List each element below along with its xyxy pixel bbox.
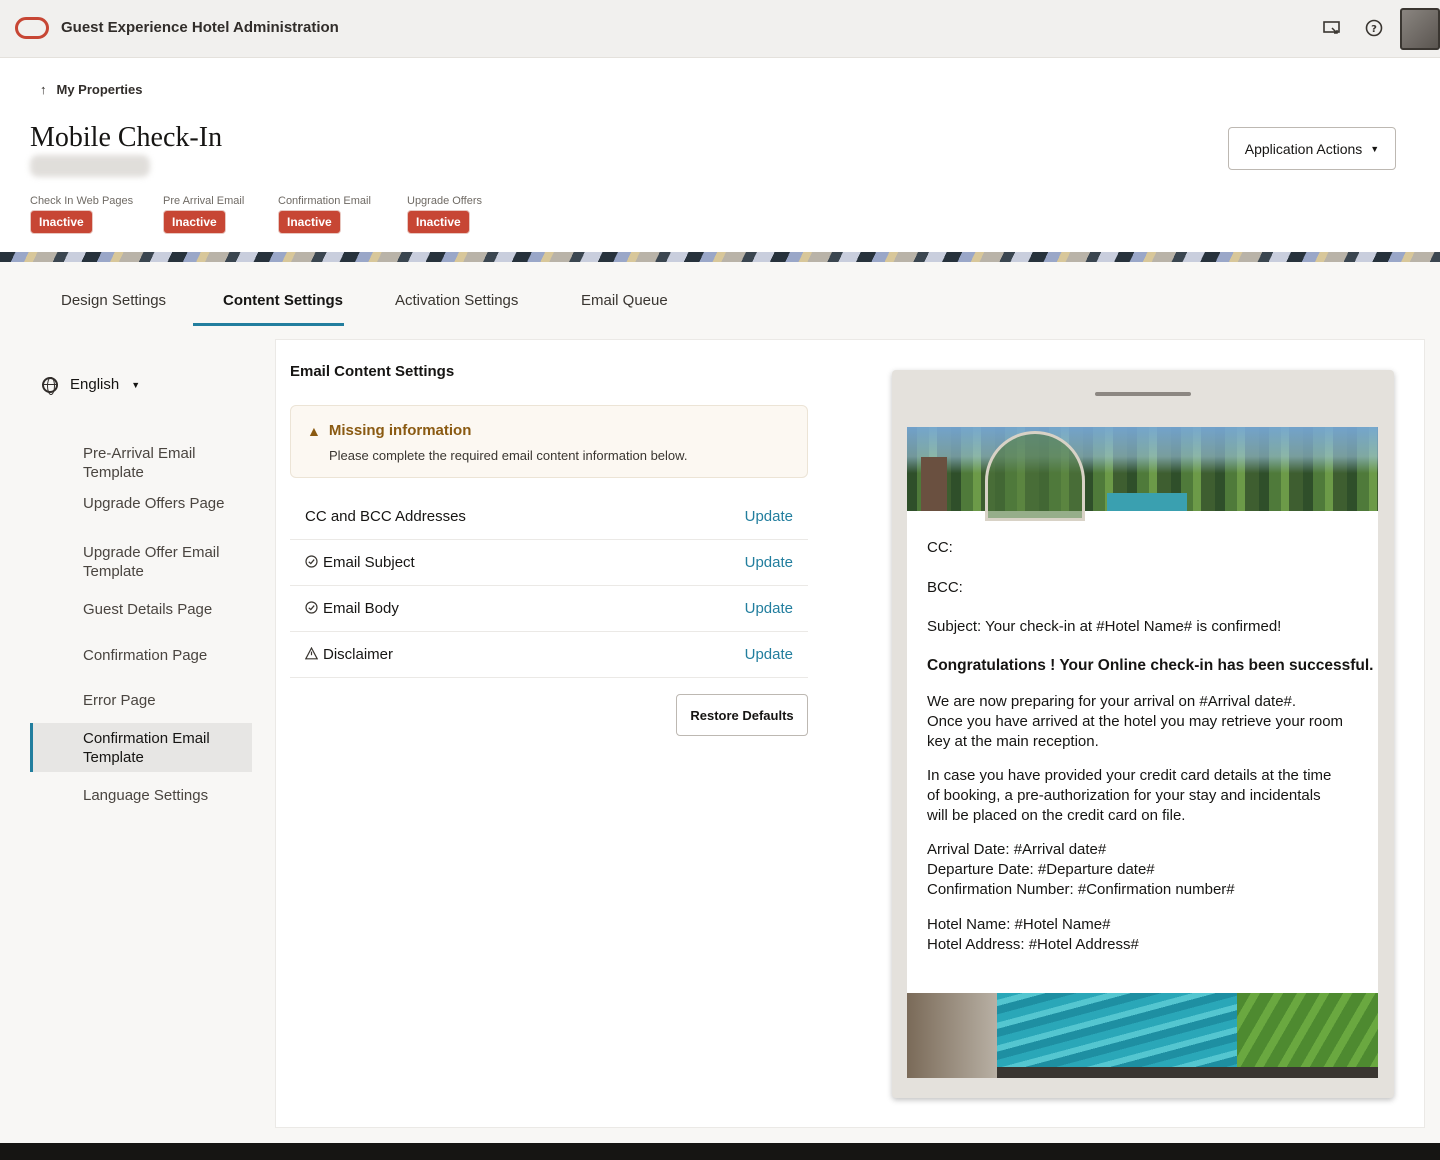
preview-cc: CC:	[927, 539, 953, 556]
preview-hotel-details: Hotel Name: #Hotel Name# Hotel Address: …	[927, 915, 1367, 955]
warning-icon	[304, 646, 319, 663]
settings-row-disclaimer: Disclaimer Update	[290, 632, 808, 678]
update-email-body-link[interactable]: Update	[745, 600, 793, 617]
caret-down-icon: ▼	[1370, 143, 1380, 154]
update-cc-bcc-link[interactable]: Update	[745, 508, 793, 525]
preview-reservation-details: Arrival Date: #Arrival date# Departure D…	[927, 840, 1367, 900]
sidebar-item-upgrade-offers-page[interactable]: Upgrade Offers Page	[83, 494, 243, 513]
row-label: CC and BCC Addresses	[305, 508, 466, 525]
settings-row-email-body: Email Body Update	[290, 586, 808, 632]
tab-activation-settings[interactable]: Activation Settings	[395, 292, 518, 323]
email-preview-device: CC: BCC: Subject: Your check-in at #Hote…	[892, 370, 1394, 1098]
row-label-text: Email Body	[323, 600, 399, 617]
alert-title-text: Missing information	[328, 422, 472, 439]
app-title: Guest Experience Hotel Administration	[61, 19, 339, 36]
user-avatar[interactable]	[1400, 8, 1440, 50]
preview-arrival-date: Arrival Date: #Arrival date#	[927, 841, 1107, 858]
tab-email-queue[interactable]: Email Queue	[581, 292, 668, 323]
preview-paragraph-2: In case you have provided your credit ca…	[927, 766, 1367, 826]
application-actions-button[interactable]: Application Actions ▼	[1228, 127, 1396, 170]
status-label: Confirmation Email	[278, 195, 371, 207]
hotel-garden-image	[907, 427, 1378, 521]
row-label-text: Email Subject	[323, 554, 415, 571]
oracle-logo-icon	[15, 17, 49, 39]
tab-bar: Design Settings Content Settings Activat…	[0, 262, 1440, 326]
warning-icon: ▲	[307, 422, 321, 439]
back-link-label: My Properties	[56, 82, 143, 97]
preview-headline: Congratulations ! Your Online check-in h…	[927, 657, 1374, 674]
status-badge: Inactive	[163, 210, 226, 234]
device-speaker-slot	[1095, 392, 1191, 396]
row-label-text: CC and BCC Addresses	[305, 508, 466, 525]
row-label: Disclaimer	[304, 646, 394, 663]
preview-text-line: In case you have provided your credit ca…	[927, 767, 1332, 784]
preview-bcc: BCC:	[927, 579, 963, 596]
blurred-property-name	[30, 155, 150, 177]
status-label: Pre Arrival Email	[163, 195, 245, 207]
row-label: Email Subject	[305, 554, 415, 571]
svg-text:?: ?	[1371, 24, 1377, 35]
update-disclaimer-link[interactable]: Update	[745, 646, 793, 663]
status-badge: Inactive	[407, 210, 470, 234]
arrow-up-icon: ↑	[40, 82, 47, 97]
language-label: English	[70, 376, 120, 393]
settings-row-cc-bcc: CC and BCC Addresses Update	[290, 494, 808, 540]
preview-text-line: will be placed on the credit card on fil…	[927, 807, 1186, 824]
section-title: Email Content Settings	[290, 363, 455, 380]
sidebar-item-confirmation-page[interactable]: Confirmation Page	[83, 646, 243, 665]
preview-text-line: key at the main reception.	[927, 733, 1099, 750]
row-label: Email Body	[305, 600, 399, 617]
sidebar-item-pre-arrival-email-template[interactable]: Pre-Arrival Email Template	[83, 444, 243, 482]
preview-subject: Subject: Your check-in at #Hotel Name# i…	[927, 618, 1282, 635]
status-badge: Inactive	[30, 210, 93, 234]
restore-defaults-button[interactable]: Restore Defaults	[676, 694, 808, 736]
preview-text-line: We are now preparing for your arrival on…	[927, 693, 1297, 710]
hotel-pool-image	[907, 993, 1378, 1078]
sidebar-item-guest-details-page[interactable]: Guest Details Page	[83, 600, 243, 619]
preview-paragraph-1: We are now preparing for your arrival on…	[927, 692, 1367, 752]
status-pre-arrival-email: Pre Arrival Email Inactive	[163, 195, 244, 234]
update-email-subject-link[interactable]: Update	[745, 554, 793, 571]
row-label-text: Disclaimer	[323, 646, 394, 663]
status-confirmation-email: Confirmation Email Inactive	[278, 195, 371, 234]
settings-row-email-subject: Email Subject Update	[290, 540, 808, 586]
tab-content-settings[interactable]: Content Settings	[193, 292, 344, 326]
email-preview: CC: BCC: Subject: Your check-in at #Hote…	[907, 427, 1378, 1078]
bottom-bar	[0, 1143, 1440, 1160]
preview-text-line: of booking, a pre-authorization for your…	[927, 787, 1321, 804]
globe-icon	[42, 376, 58, 395]
alert-text: Please complete the required email conte…	[329, 448, 688, 463]
preview-hotel-name: Hotel Name: #Hotel Name#	[927, 916, 1111, 933]
status-check-in-web-pages: Check In Web Pages Inactive	[30, 195, 133, 234]
missing-information-alert: ▲ Missing information Please complete th…	[290, 405, 808, 478]
sidebar-item-error-page[interactable]: Error Page	[83, 691, 243, 710]
back-to-my-properties-link[interactable]: ↑ My Properties	[40, 82, 142, 97]
application-actions-label: Application Actions	[1244, 140, 1363, 157]
sidebar-item-upgrade-offer-email-template[interactable]: Upgrade Offer Email Template	[83, 543, 243, 581]
screen-share-icon[interactable]	[1322, 18, 1342, 38]
help-icon[interactable]: ?	[1364, 18, 1384, 38]
status-upgrade-offers: Upgrade Offers Inactive	[407, 195, 482, 234]
check-circle-icon	[305, 600, 318, 617]
preview-text-line: Once you have arrived at the hotel you m…	[927, 713, 1344, 730]
sidebar-item-confirmation-email-template[interactable]: Confirmation Email Template	[83, 729, 243, 767]
caret-down-icon: ▼	[131, 379, 141, 390]
preview-departure-date: Departure Date: #Departure date#	[927, 861, 1155, 878]
preview-confirmation-number: Confirmation Number: #Confirmation numbe…	[927, 881, 1235, 898]
page-title: Mobile Check-In	[30, 122, 223, 153]
tab-design-settings[interactable]: Design Settings	[61, 292, 166, 323]
status-label: Upgrade Offers	[407, 195, 483, 207]
sidebar-item-language-settings[interactable]: Language Settings	[83, 786, 243, 805]
alert-title: ▲ Missing information	[307, 422, 471, 439]
check-circle-icon	[305, 554, 318, 571]
page-header: ↑ My Properties Mobile Check-In Check In…	[0, 58, 1440, 252]
decorative-pattern-band	[0, 252, 1440, 262]
top-bar: Guest Experience Hotel Administration ?	[0, 0, 1440, 58]
status-badge: Inactive	[278, 210, 341, 234]
language-selector[interactable]: English ▼	[42, 376, 141, 395]
preview-hotel-address: Hotel Address: #Hotel Address#	[927, 936, 1139, 953]
status-label: Check In Web Pages	[30, 195, 134, 207]
